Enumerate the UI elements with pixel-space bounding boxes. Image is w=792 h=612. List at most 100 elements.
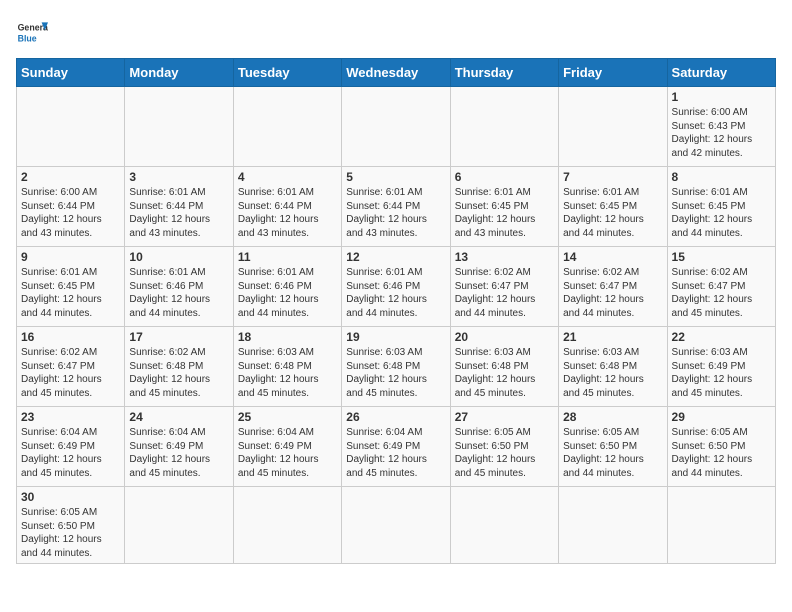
general-blue-logo-icon: General Blue [16, 16, 48, 48]
day-info: Sunrise: 6:04 AM Sunset: 6:49 PM Dayligh… [129, 426, 228, 480]
day-number: 27 [455, 410, 554, 424]
calendar-cell [342, 487, 450, 564]
calendar-cell: 5 Sunrise: 6:01 AM Sunset: 6:44 PM Daylig… [342, 167, 450, 247]
day-info: Sunrise: 6:04 AM Sunset: 6:49 PM Dayligh… [238, 426, 337, 480]
day-info: Sunrise: 6:03 AM Sunset: 6:48 PM Dayligh… [238, 346, 337, 400]
calendar-cell: 8Sunrise: 6:01 AM Sunset: 6:45 PM Daylig… [667, 167, 775, 247]
calendar-week-row: 23 Sunrise: 6:04 AM Sunset: 6:49 PM Dayli… [17, 407, 776, 487]
calendar-cell [125, 487, 233, 564]
day-info: Sunrise: 6:01 AM Sunset: 6:46 PM Dayligh… [346, 266, 445, 320]
day-number: 29 [672, 410, 771, 424]
calendar-cell: 1 Sunrise: 6:00 AM Sunset: 6:43 PM Daylig… [667, 87, 775, 167]
calendar-cell: 28 Sunrise: 6:05 AM Sunset: 6:50 PM Dayli… [559, 407, 667, 487]
day-info: Sunrise: 6:01 AM Sunset: 6:44 PM Dayligh… [346, 186, 445, 240]
day-info: Sunrise: 6:01 AM Sunset: 6:44 PM Dayligh… [238, 186, 337, 240]
day-info: Sunrise: 6:05 AM Sunset: 6:50 PM Dayligh… [21, 506, 120, 560]
page-header: General Blue [16, 16, 776, 48]
day-info: Sunrise: 6:03 AM Sunset: 6:48 PM Dayligh… [563, 346, 662, 400]
calendar-cell: 2Sunrise: 6:00 AM Sunset: 6:44 PM Daylig… [17, 167, 125, 247]
logo: General Blue [16, 16, 48, 48]
day-info: Sunrise: 6:01 AM Sunset: 6:46 PM Dayligh… [238, 266, 337, 320]
calendar-cell: 25 Sunrise: 6:04 AM Sunset: 6:49 PM Dayli… [233, 407, 341, 487]
day-number: 26 [346, 410, 445, 424]
calendar-cell: 9 Sunrise: 6:01 AM Sunset: 6:45 PM Daylig… [17, 247, 125, 327]
calendar-week-row: 30 Sunrise: 6:05 AM Sunset: 6:50 PM Dayli… [17, 487, 776, 564]
calendar-cell [559, 87, 667, 167]
weekday-header-monday: Monday [125, 59, 233, 87]
calendar-cell: 6 Sunrise: 6:01 AM Sunset: 6:45 PM Daylig… [450, 167, 558, 247]
calendar-week-row: 2Sunrise: 6:00 AM Sunset: 6:44 PM Daylig… [17, 167, 776, 247]
calendar-cell [450, 87, 558, 167]
calendar-cell: 19Sunrise: 6:03 AM Sunset: 6:48 PM Dayli… [342, 327, 450, 407]
day-number: 25 [238, 410, 337, 424]
day-number: 20 [455, 330, 554, 344]
day-number: 10 [129, 250, 228, 264]
day-info: Sunrise: 6:02 AM Sunset: 6:47 PM Dayligh… [672, 266, 771, 320]
day-number: 28 [563, 410, 662, 424]
day-info: Sunrise: 6:02 AM Sunset: 6:47 PM Dayligh… [455, 266, 554, 320]
day-number: 23 [21, 410, 120, 424]
day-number: 17 [129, 330, 228, 344]
calendar-week-row: 16 Sunrise: 6:02 AM Sunset: 6:47 PM Dayli… [17, 327, 776, 407]
day-number: 9 [21, 250, 120, 264]
day-info: Sunrise: 6:05 AM Sunset: 6:50 PM Dayligh… [563, 426, 662, 480]
day-number: 30 [21, 490, 120, 504]
day-number: 1 [672, 90, 771, 104]
calendar-cell: 7Sunrise: 6:01 AM Sunset: 6:45 PM Daylig… [559, 167, 667, 247]
calendar-cell: 22 Sunrise: 6:03 AM Sunset: 6:49 PM Dayli… [667, 327, 775, 407]
calendar-cell: 18 Sunrise: 6:03 AM Sunset: 6:48 PM Dayli… [233, 327, 341, 407]
day-info: Sunrise: 6:02 AM Sunset: 6:47 PM Dayligh… [563, 266, 662, 320]
day-number: 24 [129, 410, 228, 424]
calendar-table: SundayMondayTuesdayWednesdayThursdayFrid… [16, 58, 776, 564]
day-number: 12 [346, 250, 445, 264]
weekday-header-thursday: Thursday [450, 59, 558, 87]
day-number: 14 [563, 250, 662, 264]
day-info: Sunrise: 6:05 AM Sunset: 6:50 PM Dayligh… [672, 426, 771, 480]
calendar-cell [17, 87, 125, 167]
day-info: Sunrise: 6:01 AM Sunset: 6:45 PM Dayligh… [455, 186, 554, 240]
calendar-cell: 23Sunrise: 6:04 AM Sunset: 6:49 PM Dayli… [17, 407, 125, 487]
calendar-cell [233, 87, 341, 167]
calendar-cell [450, 487, 558, 564]
day-info: Sunrise: 6:01 AM Sunset: 6:45 PM Dayligh… [672, 186, 771, 240]
weekday-header-wednesday: Wednesday [342, 59, 450, 87]
day-number: 7 [563, 170, 662, 184]
calendar-cell: 21 Sunrise: 6:03 AM Sunset: 6:48 PM Dayli… [559, 327, 667, 407]
day-info: Sunrise: 6:01 AM Sunset: 6:45 PM Dayligh… [21, 266, 120, 320]
day-number: 4 [238, 170, 337, 184]
calendar-cell [233, 487, 341, 564]
calendar-cell: 4 Sunrise: 6:01 AM Sunset: 6:44 PM Daylig… [233, 167, 341, 247]
day-number: 6 [455, 170, 554, 184]
day-number: 21 [563, 330, 662, 344]
day-number: 22 [672, 330, 771, 344]
calendar-cell: 17 Sunrise: 6:02 AM Sunset: 6:48 PM Dayli… [125, 327, 233, 407]
calendar-cell: 16 Sunrise: 6:02 AM Sunset: 6:47 PM Dayli… [17, 327, 125, 407]
calendar-cell: 13Sunrise: 6:02 AM Sunset: 6:47 PM Dayli… [450, 247, 558, 327]
calendar-week-row: 9 Sunrise: 6:01 AM Sunset: 6:45 PM Daylig… [17, 247, 776, 327]
calendar-cell: 3 Sunrise: 6:01 AM Sunset: 6:44 PM Daylig… [125, 167, 233, 247]
day-number: 15 [672, 250, 771, 264]
day-info: Sunrise: 6:03 AM Sunset: 6:49 PM Dayligh… [672, 346, 771, 400]
calendar-cell: 11 Sunrise: 6:01 AM Sunset: 6:46 PM Dayli… [233, 247, 341, 327]
day-info: Sunrise: 6:00 AM Sunset: 6:43 PM Dayligh… [672, 106, 771, 160]
day-number: 5 [346, 170, 445, 184]
day-info: Sunrise: 6:02 AM Sunset: 6:47 PM Dayligh… [21, 346, 120, 400]
day-info: Sunrise: 6:01 AM Sunset: 6:44 PM Dayligh… [129, 186, 228, 240]
day-number: 3 [129, 170, 228, 184]
calendar-cell: 27Sunrise: 6:05 AM Sunset: 6:50 PM Dayli… [450, 407, 558, 487]
day-number: 11 [238, 250, 337, 264]
day-number: 16 [21, 330, 120, 344]
weekday-header-saturday: Saturday [667, 59, 775, 87]
svg-text:Blue: Blue [18, 34, 37, 44]
calendar-cell: 20 Sunrise: 6:03 AM Sunset: 6:48 PM Dayli… [450, 327, 558, 407]
calendar-cell: 30 Sunrise: 6:05 AM Sunset: 6:50 PM Dayli… [17, 487, 125, 564]
calendar-cell: 15 Sunrise: 6:02 AM Sunset: 6:47 PM Dayli… [667, 247, 775, 327]
weekday-header-tuesday: Tuesday [233, 59, 341, 87]
day-info: Sunrise: 6:02 AM Sunset: 6:48 PM Dayligh… [129, 346, 228, 400]
calendar-cell: 24 Sunrise: 6:04 AM Sunset: 6:49 PM Dayli… [125, 407, 233, 487]
day-info: Sunrise: 6:03 AM Sunset: 6:48 PM Dayligh… [455, 346, 554, 400]
day-info: Sunrise: 6:00 AM Sunset: 6:44 PM Dayligh… [21, 186, 120, 240]
weekday-header-friday: Friday [559, 59, 667, 87]
calendar-cell [125, 87, 233, 167]
day-number: 18 [238, 330, 337, 344]
